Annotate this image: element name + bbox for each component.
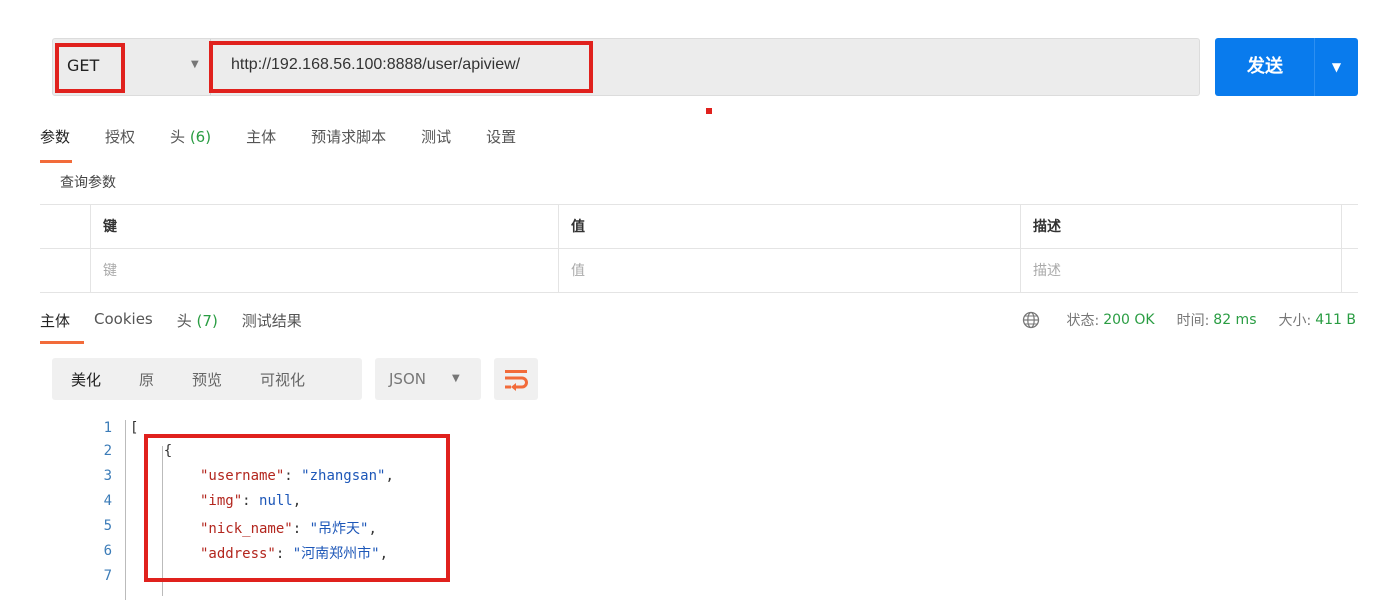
table-row: 键 值 描述 <box>40 249 1358 293</box>
value-input[interactable]: 值 <box>558 249 1020 293</box>
tab-response-headers[interactable]: 头 (7) <box>177 310 218 331</box>
line-number: 7 <box>103 568 112 584</box>
line-number: 4 <box>103 493 112 509</box>
tab-headers-count: (6) <box>189 128 212 146</box>
highlight-box-method <box>55 43 125 93</box>
query-params-label: 查询参数 <box>60 175 116 191</box>
indent-guide <box>125 420 126 600</box>
description-input[interactable]: 描述 <box>1020 249 1342 293</box>
tab-params[interactable]: 参数 <box>40 122 73 163</box>
highlight-box-json <box>144 434 450 582</box>
line-number: 3 <box>103 468 112 484</box>
globe-icon[interactable] <box>1022 311 1040 329</box>
view-mode-toolbar: 美化 原 预览 可视化 <box>52 358 362 400</box>
view-visualize-button[interactable]: 可视化 <box>260 369 305 390</box>
request-tabs: 参数 授权 头 (6) 主体 预请求脚本 测试 设置 <box>40 122 551 163</box>
line-number: 2 <box>103 443 112 459</box>
format-select[interactable]: JSON ▼ <box>375 358 481 400</box>
send-options-caret-icon[interactable]: ▼ <box>1314 38 1358 96</box>
tab-auth[interactable]: 授权 <box>105 122 135 158</box>
column-header-value: 值 <box>558 205 1020 249</box>
highlight-box-url <box>209 41 593 93</box>
tab-cookies[interactable]: Cookies <box>94 310 153 331</box>
tab-test-results[interactable]: 测试结果 <box>242 310 302 331</box>
view-raw-button[interactable]: 原 <box>139 369 154 390</box>
column-header-description: 描述 <box>1020 205 1342 249</box>
params-table: 键 值 描述 键 值 描述 <box>40 204 1358 293</box>
caret-down-icon: ▼ <box>452 373 460 384</box>
tab-response-body[interactable]: 主体 <box>40 310 85 344</box>
view-preview-button[interactable]: 预览 <box>192 369 222 390</box>
table-header-row: 键 值 描述 <box>40 205 1358 249</box>
time-value: 82 ms <box>1213 312 1257 328</box>
format-label: JSON <box>389 370 426 388</box>
tab-headers[interactable]: 头 (6) <box>170 122 211 158</box>
line-number: 5 <box>103 518 112 534</box>
highlight-dot <box>706 108 712 114</box>
response-tabs: 主体 Cookies 头 (7) 测试结果 <box>40 310 326 344</box>
wrap-lines-icon <box>505 370 528 391</box>
time-label: 时间: <box>1176 313 1210 329</box>
tab-body[interactable]: 主体 <box>246 122 276 158</box>
tab-settings[interactable]: 设置 <box>486 122 516 158</box>
column-header-key: 键 <box>90 205 558 249</box>
caret-down-icon: ▼ <box>191 59 199 70</box>
code-line: [ <box>130 420 139 436</box>
key-input[interactable]: 键 <box>90 249 558 293</box>
tab-pre-request-script[interactable]: 预请求脚本 <box>311 122 386 158</box>
wrap-lines-button[interactable] <box>494 358 538 400</box>
status-label: 状态: <box>1066 313 1100 329</box>
tab-tests[interactable]: 测试 <box>421 122 451 158</box>
response-status: 状态: 200 OK 时间: 82 ms 大小: 411 B <box>1022 310 1356 330</box>
size-value: 411 B <box>1315 312 1356 328</box>
size-label: 大小: <box>1278 313 1312 329</box>
line-number: 6 <box>103 543 112 559</box>
view-pretty-button[interactable]: 美化 <box>71 369 101 390</box>
line-number: 1 <box>103 420 112 436</box>
status-value: 200 OK <box>1103 312 1155 328</box>
tab-response-headers-count: (7) <box>196 312 218 330</box>
send-button[interactable]: 发送 <box>1215 38 1315 96</box>
